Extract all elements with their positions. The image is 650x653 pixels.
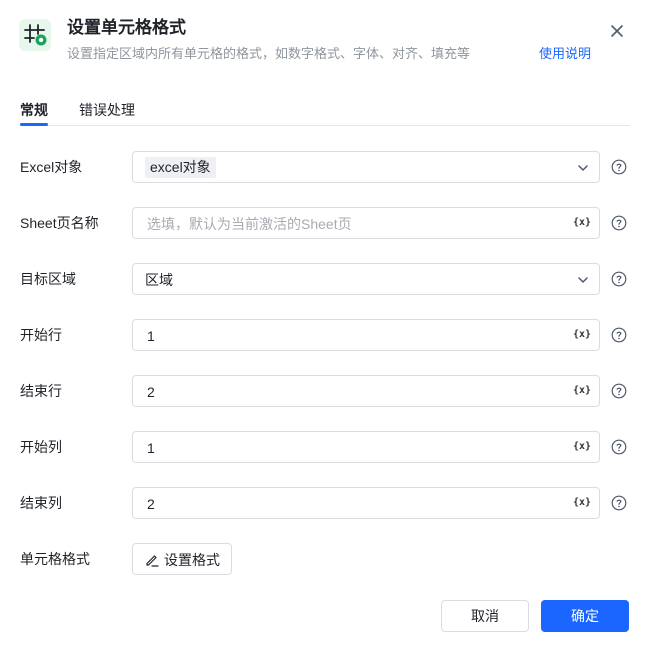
set-format-label: 设置格式 — [164, 552, 220, 568]
start-col-input[interactable]: 1 {x} — [132, 431, 600, 463]
end-col-value: 2 — [147, 496, 155, 512]
help-question-icon[interactable] — [611, 327, 627, 343]
row-start-col: 开始列 1 {x} — [0, 431, 650, 463]
excel-object-select[interactable]: excel对象 — [132, 151, 600, 183]
row-start-row: 开始行 1 {x} — [0, 319, 650, 351]
target-area-value: 区域 — [145, 272, 173, 288]
row-end-row: 结束行 2 {x} — [0, 375, 650, 407]
sheet-name-input[interactable]: 选填，默认为当前激活的Sheet页 {x} — [132, 207, 600, 239]
tab-error-handling[interactable]: 错误处理 — [79, 100, 135, 120]
help-question-icon[interactable] — [611, 495, 627, 511]
help-question-icon[interactable] — [611, 159, 627, 175]
dialog-header: 设置单元格格式 设置指定区域内所有单元格的格式，如数字格式、字体、对齐、填充等 … — [0, 0, 650, 80]
target-area-select[interactable]: 区域 — [132, 263, 600, 295]
row-target-area: 目标区域 区域 — [0, 263, 650, 295]
excel-object-tag: excel对象 — [145, 157, 216, 178]
cell-format-label: 单元格格式 — [20, 551, 90, 567]
help-question-icon[interactable] — [611, 439, 627, 455]
start-col-label: 开始列 — [20, 439, 62, 455]
end-row-value: 2 — [147, 384, 155, 400]
tab-general[interactable]: 常规 — [20, 100, 48, 120]
chevron-down-icon — [578, 277, 588, 283]
help-link[interactable]: 使用说明 — [539, 45, 591, 63]
target-area-label: 目标区域 — [20, 271, 76, 287]
row-excel-object: Excel对象 excel对象 — [0, 151, 650, 183]
start-row-label: 开始行 — [20, 327, 62, 343]
close-icon[interactable] — [606, 20, 628, 42]
start-row-value: 1 — [147, 328, 155, 344]
dialog-title: 设置单元格格式 — [67, 18, 186, 37]
help-question-icon[interactable] — [611, 383, 627, 399]
variable-button[interactable]: {x} — [573, 328, 591, 342]
edit-pen-icon — [146, 555, 159, 567]
variable-button[interactable]: {x} — [573, 384, 591, 398]
cell-format-icon — [19, 19, 51, 51]
dialog-subtitle: 设置指定区域内所有单元格的格式，如数字格式、字体、对齐、填充等 — [67, 46, 471, 61]
row-end-col: 结束列 2 {x} — [0, 487, 650, 519]
tab-bar: 常规 错误处理 — [20, 96, 630, 126]
end-col-label: 结束列 — [20, 495, 62, 511]
row-sheet-name: Sheet页名称 选填，默认为当前激活的Sheet页 {x} — [0, 207, 650, 239]
help-question-icon[interactable] — [611, 215, 627, 231]
excel-object-label: Excel对象 — [20, 159, 83, 175]
start-col-value: 1 — [147, 440, 155, 456]
sheet-name-placeholder: 选填，默认为当前激活的Sheet页 — [147, 216, 352, 232]
chevron-down-icon — [578, 165, 588, 171]
ok-button[interactable]: 确定 — [541, 600, 629, 632]
variable-button[interactable]: {x} — [573, 496, 591, 510]
start-row-input[interactable]: 1 {x} — [132, 319, 600, 351]
help-question-icon[interactable] — [611, 271, 627, 287]
end-col-input[interactable]: 2 {x} — [132, 487, 600, 519]
end-row-input[interactable]: 2 {x} — [132, 375, 600, 407]
variable-button[interactable]: {x} — [573, 216, 591, 230]
variable-button[interactable]: {x} — [573, 440, 591, 454]
end-row-label: 结束行 — [20, 383, 62, 399]
sheet-name-label: Sheet页名称 — [20, 215, 99, 231]
cancel-button[interactable]: 取消 — [441, 600, 529, 632]
row-cell-format: 单元格格式 设置格式 — [0, 543, 650, 575]
set-format-button[interactable]: 设置格式 — [132, 543, 232, 575]
active-tab-indicator — [20, 123, 48, 126]
